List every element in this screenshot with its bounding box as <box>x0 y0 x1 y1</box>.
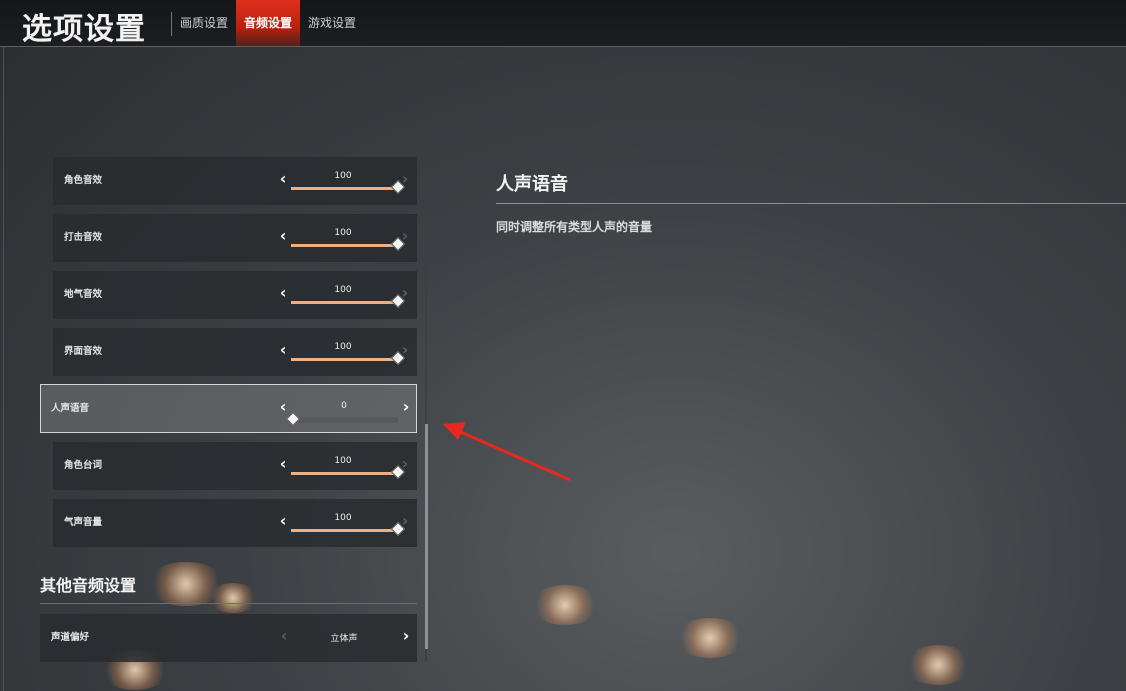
annotation-arrow-icon <box>443 422 571 482</box>
